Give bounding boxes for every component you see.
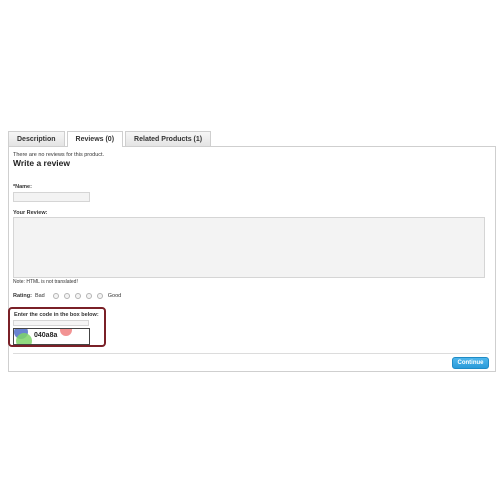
reviews-panel: There are no reviews for this product. W… xyxy=(8,146,496,372)
tab-related-products[interactable]: Related Products (1) xyxy=(125,131,212,146)
captcha-code: 040a8a xyxy=(34,332,58,339)
rating-radio-4[interactable] xyxy=(85,293,92,299)
name-field[interactable] xyxy=(13,192,90,202)
tab-description[interactable]: Description xyxy=(8,131,65,146)
tab-reviews[interactable]: Reviews (0) xyxy=(66,131,124,147)
html-note: Note: HTML is not translated! xyxy=(13,279,78,285)
name-label: *Name: xyxy=(13,184,32,190)
captcha-highlight: Enter the code in the box below: 040a8a xyxy=(8,307,106,347)
review-label: Your Review: xyxy=(13,210,48,216)
continue-button[interactable]: Continue xyxy=(452,357,489,369)
rating-radio-2[interactable] xyxy=(63,293,70,299)
form-divider xyxy=(13,353,489,354)
rating-bad-label: Bad xyxy=(34,293,45,299)
product-page: Description Reviews (0) Related Products… xyxy=(0,0,500,500)
rating-row: Rating: Bad Good xyxy=(13,293,121,299)
review-textarea[interactable] xyxy=(13,217,485,278)
rating-label: Rating: xyxy=(13,293,32,299)
rating-radio-1[interactable] xyxy=(52,293,59,299)
rating-radio-3[interactable] xyxy=(74,293,81,299)
rating-good-label: Good xyxy=(107,293,122,299)
captcha-image: 040a8a xyxy=(13,328,90,345)
write-review-heading: Write a review xyxy=(13,158,71,168)
captcha-input[interactable] xyxy=(13,320,89,326)
product-tabs: Description Reviews (0) Related Products… xyxy=(8,131,496,372)
tab-bar: Description Reviews (0) Related Products… xyxy=(8,131,496,147)
rating-radio-5[interactable] xyxy=(96,293,103,299)
captcha-label: Enter the code in the box below: xyxy=(14,312,99,318)
